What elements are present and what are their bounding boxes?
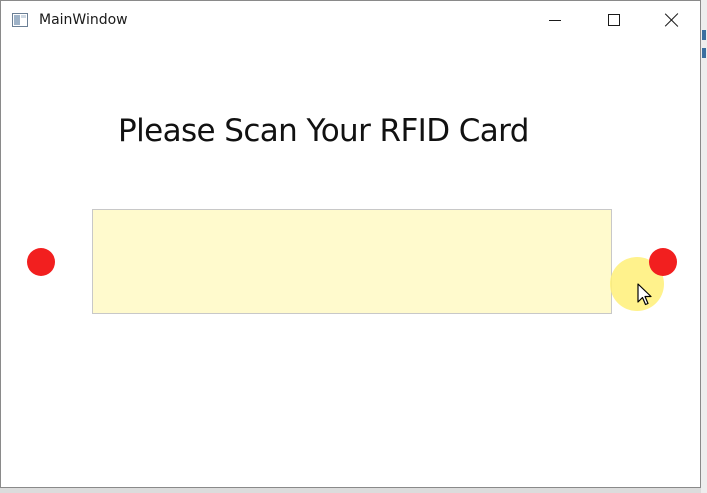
- rfid-input-field[interactable]: [92, 209, 612, 314]
- right-status-indicator: [649, 248, 677, 276]
- main-window: MainWindow Please Scan Your RFID Card: [0, 0, 701, 488]
- close-icon: [665, 13, 679, 27]
- minimize-icon: [549, 20, 561, 21]
- close-button[interactable]: [649, 1, 695, 39]
- maximize-icon: [608, 14, 620, 26]
- background-edge-mark: [702, 30, 706, 40]
- title-bar[interactable]: MainWindow: [1, 1, 700, 39]
- window-title: MainWindow: [39, 12, 128, 28]
- maximize-button[interactable]: [591, 1, 637, 39]
- background-edge: [701, 0, 707, 493]
- scan-prompt-heading: Please Scan Your RFID Card: [118, 113, 529, 149]
- background-edge-mark: [702, 48, 706, 58]
- app-window-icon[interactable]: [12, 13, 28, 27]
- left-status-indicator: [27, 248, 55, 276]
- minimize-button[interactable]: [533, 1, 579, 39]
- mouse-pointer-icon: [637, 283, 652, 306]
